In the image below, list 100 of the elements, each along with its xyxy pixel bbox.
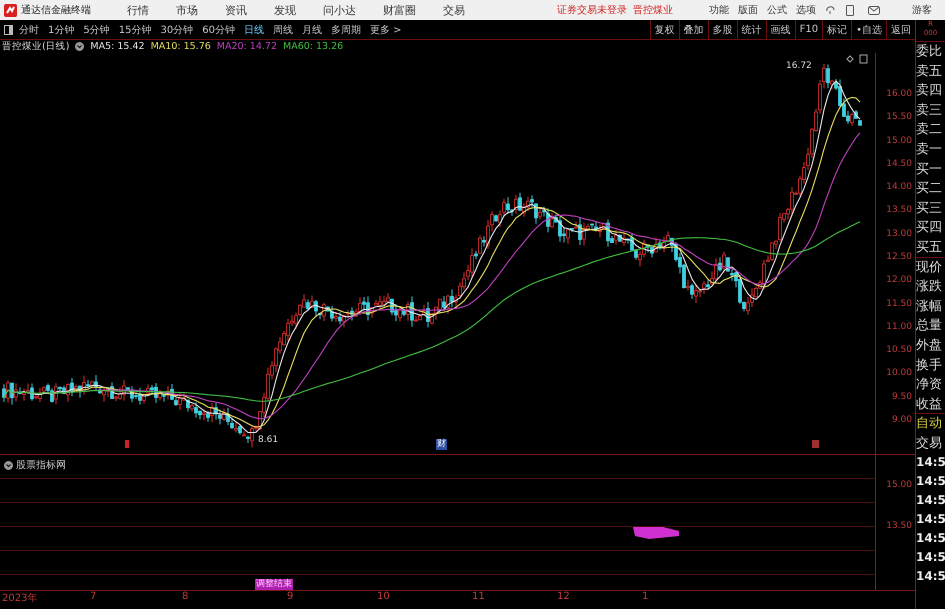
event-marker-icon xyxy=(812,440,819,448)
price-axis-label: 13.00 xyxy=(886,228,913,240)
trade-time: 14:5 xyxy=(916,454,945,472)
menu-item[interactable]: 行情 xyxy=(127,2,149,18)
date-axis-label: 1 xyxy=(642,591,648,602)
period-tab[interactable]: 日线 xyxy=(244,22,264,36)
chart-title: 晋控煤业(日线) xyxy=(2,40,70,53)
indicator-title: 股票指标网 xyxy=(4,458,66,472)
period-tab[interactable]: 更多 > xyxy=(370,22,402,36)
period-tab[interactable]: 15分钟 xyxy=(118,22,152,36)
quote-field-label: 卖四 xyxy=(916,82,943,100)
dropdown-icon[interactable] xyxy=(4,460,13,470)
notice-link[interactable]: 证券交易未登录 xyxy=(557,3,627,17)
indicator-axis-label: 15.00 xyxy=(886,479,913,491)
date-axis-label: 7 xyxy=(90,591,96,602)
quote-field-label: 涨跌 xyxy=(916,278,943,296)
quote-field-label: 买二 xyxy=(916,180,943,198)
date-axis-label: 11 xyxy=(472,591,485,602)
toolbar-button[interactable]: 标记 xyxy=(822,20,852,39)
toolbar-button[interactable]: 叠加 xyxy=(678,20,708,39)
date-axis-label: 2023年 xyxy=(2,592,38,605)
price-axis-label: 16.00 xyxy=(886,88,913,100)
toolbar-button[interactable]: 画线 xyxy=(766,20,795,39)
price-axis-label: 10.50 xyxy=(886,344,913,356)
menu-item[interactable]: 问小达 xyxy=(323,2,356,18)
toolbar-button[interactable]: 返回 xyxy=(886,20,915,39)
quote-field-label: 卖一 xyxy=(916,140,943,159)
quote-field-label: 现价 xyxy=(916,258,943,277)
period-tab[interactable]: 30分钟 xyxy=(160,22,194,36)
period-tab[interactable]: 月线 xyxy=(302,22,322,36)
trade-time: 14:5 xyxy=(916,568,945,586)
quote-field-label: 净资 xyxy=(916,376,943,394)
trade-time: 14:5 xyxy=(916,473,945,490)
trade-time: 14:5 xyxy=(916,511,945,528)
period-tab[interactable]: 5分钟 xyxy=(83,22,110,36)
menu-item[interactable]: 选项 xyxy=(796,3,816,17)
quote-field-label: 卖三 xyxy=(916,102,943,120)
quote-field-label: 买三 xyxy=(916,200,943,218)
panel-toggle-icon[interactable] xyxy=(4,24,13,34)
date-axis-label: 9 xyxy=(287,591,294,602)
period-tab[interactable]: 多周期 xyxy=(330,22,361,36)
mail-icon[interactable] xyxy=(868,6,880,14)
quote-field-label: 买一 xyxy=(916,160,943,179)
high-price-label: 16.72 xyxy=(786,60,812,71)
trade-time: 14:5 xyxy=(916,492,945,510)
menu-item[interactable]: 交易 xyxy=(443,2,465,18)
ma-legend: MA10: 15.76 xyxy=(150,41,211,52)
toolbar-button[interactable]: 多股 xyxy=(708,20,737,39)
signal-blob-drawing xyxy=(633,525,679,539)
menu-item[interactable]: 发现 xyxy=(274,2,296,18)
app-name: 通达信金融终端 xyxy=(21,4,91,17)
toolbar-button[interactable]: 复权 xyxy=(650,20,679,39)
pin-icon[interactable] xyxy=(846,55,854,63)
quote-field-label: 委比 xyxy=(916,43,943,61)
quote-field-label: 换手 xyxy=(916,356,943,374)
menu-item[interactable]: 功能 xyxy=(709,3,729,17)
ma-legend: MA20: 14.72 xyxy=(216,41,277,52)
price-axis-label: 9.00 xyxy=(892,414,913,426)
quote-field-label: 收益 xyxy=(916,394,945,414)
toolbar-button[interactable]: 统计 xyxy=(736,20,766,39)
event-marker-icon xyxy=(125,440,129,448)
menu-item[interactable]: 市场 xyxy=(176,2,198,18)
user-label[interactable]: 游客 xyxy=(912,3,932,17)
price-axis-label: 11.00 xyxy=(886,320,913,333)
quote-field-label: 买五 xyxy=(916,238,945,258)
price-axis-label: 13.50 xyxy=(886,204,913,216)
indicator-axis-label: 13.50 xyxy=(886,520,913,532)
toolbar-button[interactable]: •自选 xyxy=(851,20,886,39)
quote-field-label: 卖五 xyxy=(916,62,943,81)
finance-event-tag[interactable]: 财 xyxy=(436,439,447,450)
trade-time: 14:5 xyxy=(916,549,945,566)
quote-field-label: 卖二 xyxy=(916,121,943,140)
date-axis-label: 10 xyxy=(377,591,390,602)
menu-item[interactable]: 公式 xyxy=(767,3,787,17)
quote-field-label: 交易 xyxy=(916,434,943,453)
trade-time: 14:5 xyxy=(916,530,945,548)
period-tab[interactable]: 1分钟 xyxy=(48,22,74,36)
price-axis-label: 12.50 xyxy=(886,250,913,263)
period-tab[interactable]: 60分钟 xyxy=(202,22,235,36)
price-axis-label: 15.00 xyxy=(886,134,913,147)
date-axis-label: 12 xyxy=(557,591,570,602)
notice-link[interactable]: 晋控煤业 xyxy=(633,3,673,17)
low-price-label: 8.61 xyxy=(258,435,278,445)
menu-item[interactable]: 资讯 xyxy=(225,2,247,18)
toolbar-button[interactable]: F10 xyxy=(794,20,822,39)
menu-item[interactable]: 版面 xyxy=(738,3,758,17)
ma-legend: MA5: 15.42 xyxy=(90,41,145,52)
price-axis-label: 12.00 xyxy=(886,274,913,286)
price-axis-label: 14.00 xyxy=(886,181,913,194)
date-axis-label: 8 xyxy=(182,591,188,602)
phone-icon[interactable] xyxy=(846,4,854,16)
period-tab[interactable]: 分时 xyxy=(19,22,39,36)
menu-item[interactable]: 财富圈 xyxy=(383,2,416,18)
price-axis-label: 15.50 xyxy=(886,111,913,124)
quote-field-label: 涨幅 xyxy=(916,298,943,316)
quote-field-label[interactable]: 自动 xyxy=(916,414,945,434)
panel-toggle-icon[interactable] xyxy=(860,54,868,64)
price-axis-label: 10.00 xyxy=(886,367,913,380)
period-tab[interactable]: 周线 xyxy=(272,22,293,36)
dropdown-icon[interactable] xyxy=(75,42,84,51)
